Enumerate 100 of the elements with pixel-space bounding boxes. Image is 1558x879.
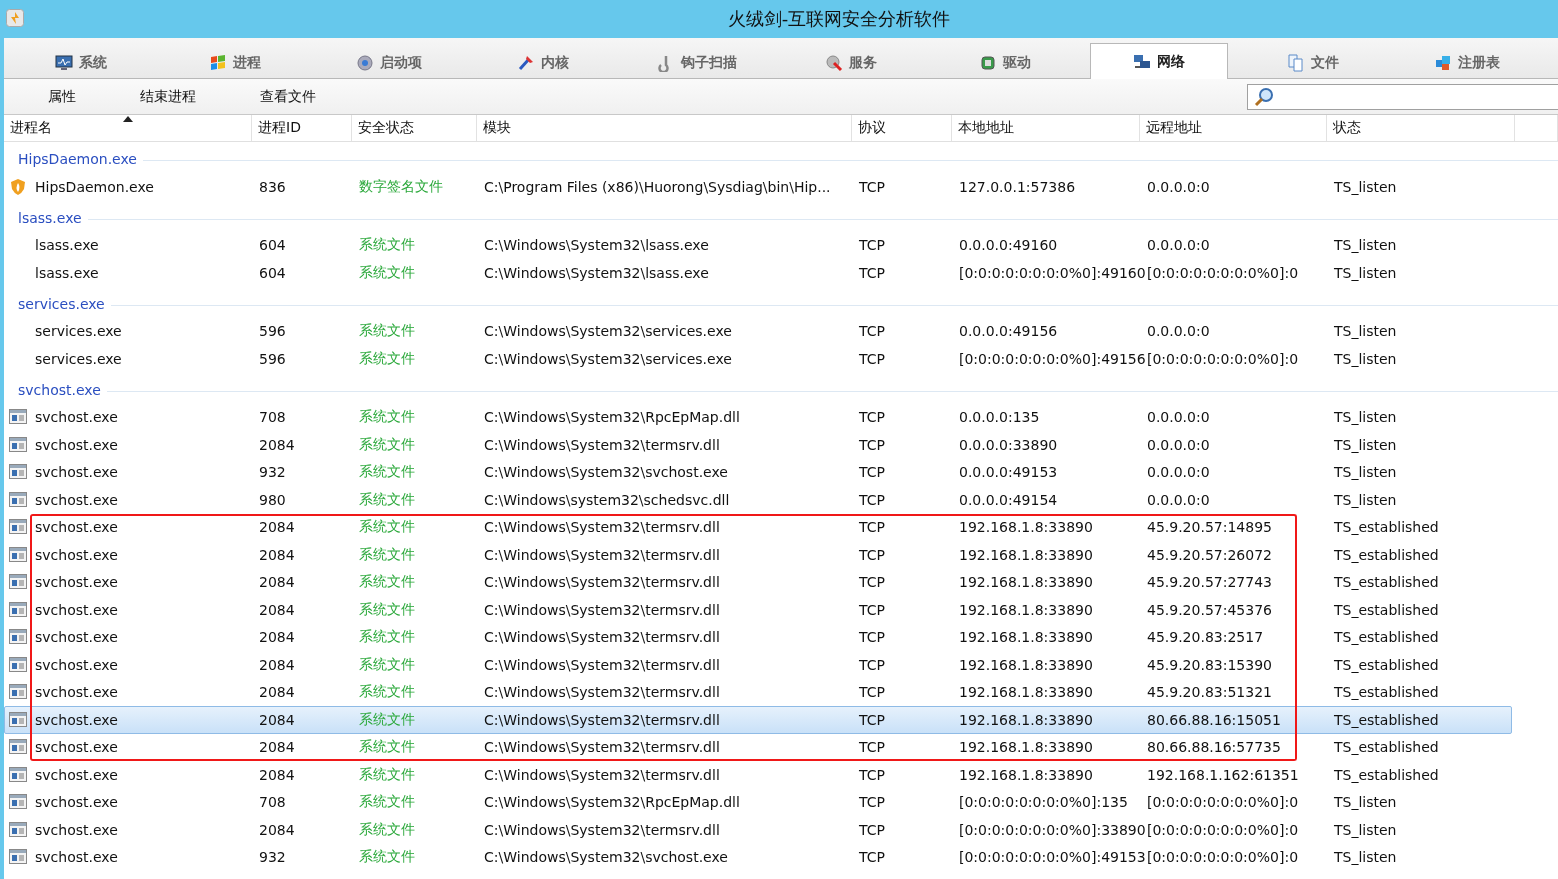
- table-cell-text: TS_listen: [1333, 237, 1398, 254]
- table-cell-text: C:\Windows\System32\termsrv.dll: [483, 629, 721, 646]
- table-cell-text: 192.168.1.8:33890: [958, 711, 1094, 728]
- table-cell-text: 系统文件: [358, 848, 416, 867]
- table-cell-text: 系统文件: [358, 518, 416, 537]
- tab[interactable]: 驱动: [936, 45, 1074, 79]
- process-name[interactable]: svchost.exe: [35, 464, 118, 481]
- column-header[interactable]: 本地地址: [952, 115, 1140, 141]
- process-name[interactable]: svchost.exe: [35, 601, 118, 618]
- toolbar-button[interactable]: 结束进程: [140, 83, 196, 110]
- column-header[interactable]: 远程地址: [1140, 115, 1327, 141]
- column-header[interactable]: 安全状态: [352, 115, 477, 141]
- column-header[interactable]: 模块: [477, 115, 852, 141]
- table-cell-text: 192.168.1.8:33890: [958, 546, 1094, 563]
- search-field[interactable]: [1247, 83, 1558, 110]
- toolbar-button[interactable]: 属性: [48, 83, 76, 110]
- table-cell-text: 0.0.0.0:49154: [958, 491, 1059, 508]
- table-cell-text: 604: [258, 237, 287, 254]
- selected-row[interactable]: svchost.exe 2084 系统文件 C:\Windows\System32\termsrv.dll TCP 192.168.1.8:33890 80.66.88.16:15051 TS_established: [4, 706, 1512, 734]
- column-header[interactable]: 状态: [1327, 115, 1515, 141]
- process-name[interactable]: svchost.exe: [35, 684, 118, 701]
- table-cell-text: 数字签名文件: [358, 177, 444, 196]
- process-name[interactable]: svchost.exe: [35, 739, 118, 756]
- table-cell-text: C:\Windows\System32\termsrv.dll: [483, 766, 721, 783]
- process-name[interactable]: services.exe: [35, 350, 122, 367]
- table-cell-text: 2084: [258, 601, 296, 618]
- tab[interactable]: 网络: [1090, 43, 1228, 79]
- column-header[interactable]: 协议: [852, 115, 952, 141]
- process-name[interactable]: svchost.exe: [35, 629, 118, 646]
- tab[interactable]: 钩子扫描: [628, 45, 766, 79]
- toolbar-button[interactable]: 查看文件: [260, 83, 316, 110]
- process-name[interactable]: svchost.exe: [35, 766, 118, 783]
- column-header[interactable]: 进程ID: [252, 115, 352, 141]
- table-cell-text: C:\Windows\System32\termsrv.dll: [483, 519, 721, 536]
- table-cell-text: C:\Windows\System32\termsrv.dll: [483, 601, 721, 618]
- table-cell-text: 系统文件: [358, 263, 416, 282]
- table-cell-text: [0:0:0:0:0:0:0:0%0]:135: [958, 794, 1129, 811]
- cubes-icon: [1434, 53, 1452, 72]
- table-cell-text: 0.0.0.0:0: [1146, 436, 1211, 453]
- window-icon: [9, 408, 27, 427]
- tab[interactable]: 内核: [474, 45, 612, 79]
- table-cell-text: TS_listen: [1333, 464, 1398, 481]
- group-header[interactable]: HipsDaemon.exe: [18, 149, 137, 173]
- table-cell-text: 系统文件: [358, 600, 416, 619]
- table-cell-text: C:\Windows\system32\schedsvc.dll: [483, 491, 731, 508]
- table-cell-text: 系统文件: [358, 349, 416, 368]
- table-cell-text: TS_established: [1333, 574, 1440, 591]
- process-name[interactable]: svchost.exe: [35, 574, 118, 591]
- process-name[interactable]: svchost.exe: [35, 546, 118, 563]
- process-name[interactable]: svchost.exe: [35, 491, 118, 508]
- process-name[interactable]: lsass.exe: [35, 264, 99, 281]
- table-cell-text: C:\Windows\System32\svchost.exe: [483, 849, 729, 866]
- process-name[interactable]: svchost.exe: [35, 821, 118, 838]
- process-name[interactable]: services.exe: [35, 323, 122, 340]
- tab[interactable]: 系统: [12, 45, 150, 79]
- process-name[interactable]: svchost.exe: [35, 794, 118, 811]
- group-header[interactable]: lsass.exe: [18, 207, 82, 232]
- group-header[interactable]: svchost.exe: [18, 379, 101, 404]
- table-cell-text: C:\Windows\System32\services.exe: [483, 350, 733, 367]
- table-cell-text: TS_established: [1333, 711, 1440, 728]
- table-cell-text: C:\Windows\System32\termsrv.dll: [483, 684, 721, 701]
- table-cell-text: TCP: [858, 546, 886, 563]
- table-cell-text: TCP: [858, 684, 886, 701]
- process-name[interactable]: svchost.exe: [35, 711, 118, 728]
- table-cell-text: 604: [258, 264, 287, 281]
- table-cell-text: C:\Program Files (x86)\Huorong\Sysdiag\bin\Hip...: [483, 178, 832, 195]
- gear-icon: [356, 53, 374, 72]
- window-icon: [9, 765, 27, 784]
- table-cell-text: TCP: [858, 656, 886, 673]
- column-header[interactable]: 进程名: [4, 115, 252, 141]
- table-cell-text: 0.0.0.0:135: [958, 409, 1041, 426]
- process-name[interactable]: svchost.exe: [35, 409, 118, 426]
- tab[interactable]: 进程: [166, 45, 304, 79]
- tab[interactable]: 注册表: [1398, 45, 1536, 79]
- window-icon: [9, 600, 27, 619]
- table-cell-text: 192.168.1.8:33890: [958, 629, 1094, 646]
- table-cell-text: 192.168.1.8:33890: [958, 519, 1094, 536]
- tab[interactable]: 文件: [1244, 45, 1382, 79]
- process-name[interactable]: svchost.exe: [35, 519, 118, 536]
- table-cell-text: 系统文件: [358, 435, 416, 454]
- table-cell-text: 932: [258, 849, 287, 866]
- table-cell-text: 系统文件: [358, 490, 416, 509]
- table-cell-text: 708: [258, 409, 287, 426]
- process-name[interactable]: HipsDaemon.exe: [35, 178, 154, 195]
- process-name[interactable]: svchost.exe: [35, 849, 118, 866]
- table-cell-text: 596: [258, 350, 287, 367]
- table-cell-text: TCP: [858, 629, 886, 646]
- tab[interactable]: 启动项: [320, 45, 458, 79]
- table-cell-text: 0.0.0.0:49160: [958, 237, 1059, 254]
- process-name[interactable]: svchost.exe: [35, 436, 118, 453]
- tab[interactable]: 服务: [782, 45, 920, 79]
- process-name[interactable]: lsass.exe: [35, 237, 99, 254]
- window-icon: [9, 518, 27, 537]
- table-cell-text: TCP: [858, 323, 886, 340]
- process-name[interactable]: svchost.exe: [35, 656, 118, 673]
- table-cell-text: 系统文件: [358, 793, 416, 812]
- table-cell-text: C:\Windows\System32\termsrv.dll: [483, 821, 721, 838]
- wrench-icon: [517, 53, 535, 72]
- group-header[interactable]: services.exe: [18, 293, 105, 318]
- table-cell-text: TCP: [858, 574, 886, 591]
